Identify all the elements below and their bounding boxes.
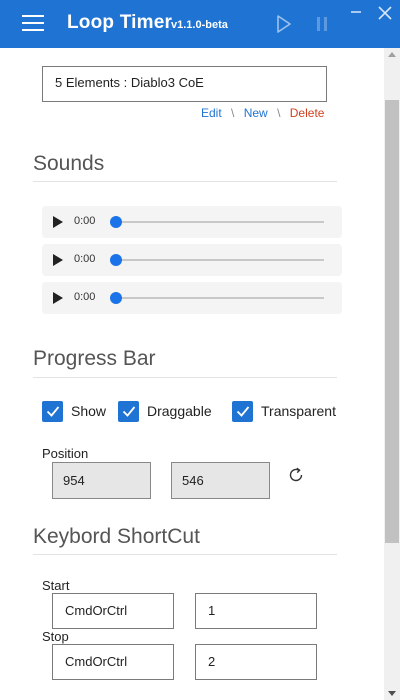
hamburger-menu-icon[interactable] [22,15,44,33]
sounds-heading: Sounds [33,152,105,175]
edit-profile-link[interactable]: Edit [201,106,222,120]
audio-play-icon[interactable] [53,292,63,304]
app-title: Loop Timer [67,12,173,33]
show-label: Show [71,403,107,419]
refresh-icon[interactable] [286,465,306,485]
progress-bar-heading: Progress Bar [33,347,156,370]
audio-time: 0:00 [74,215,96,227]
audio-seek-track[interactable] [116,259,324,261]
close-icon[interactable] [376,4,394,22]
stop-label: Stop [42,629,69,644]
stop-key-input[interactable]: 2 [195,644,317,680]
audio-player: 0:00 [42,244,342,276]
transparent-label: Transparent [261,403,336,419]
position-x-field: 954 [52,462,151,499]
transparent-checkbox[interactable] [232,400,253,422]
audio-seek-track[interactable] [116,297,324,299]
minimize-icon[interactable] [348,4,364,20]
scroll-down-arrow-icon[interactable] [388,691,396,696]
profile-actions: Edit \ New \ Delete [201,106,324,120]
transparent-option: Transparent [232,400,336,422]
start-label: Start [42,578,70,593]
vertical-scrollbar[interactable] [384,48,400,700]
start-key-input[interactable]: 1 [195,593,317,629]
checkmark-icon [46,406,59,417]
app-version: v1.1.0-beta [171,19,228,31]
delete-profile-link[interactable]: Delete [290,106,325,120]
start-modifier-input[interactable]: CmdOrCtrl [52,593,174,629]
show-option: Show [42,400,106,422]
link-separator: \ [277,106,281,120]
stop-modifier-input[interactable]: CmdOrCtrl [52,644,174,680]
scroll-up-arrow-icon[interactable] [388,52,396,57]
new-profile-link[interactable]: New [244,106,268,120]
show-checkbox[interactable] [42,400,63,422]
draggable-label: Draggable [147,403,212,419]
audio-play-icon[interactable] [53,216,63,228]
play-icon[interactable] [275,14,293,34]
position-y-field: 546 [171,462,270,499]
checkmark-icon [122,406,135,417]
title-bar: Loop Timer v1.1.0-beta [0,0,400,48]
link-separator: \ [231,106,235,120]
section-divider [33,377,337,378]
audio-player: 0:00 [42,282,342,314]
section-divider [33,554,337,555]
audio-seek-track[interactable] [116,221,324,223]
audio-seek-knob[interactable] [110,292,122,304]
pause-icon[interactable] [313,14,331,34]
audio-play-icon[interactable] [53,254,63,266]
checkmark-icon [236,406,249,417]
audio-time: 0:00 [74,253,96,265]
section-divider [33,181,337,182]
scrollbar-thumb[interactable] [385,100,399,543]
draggable-checkbox[interactable] [118,400,139,422]
audio-player: 0:00 [42,206,342,238]
draggable-option: Draggable [118,400,212,422]
audio-seek-knob[interactable] [110,216,122,228]
audio-time: 0:00 [74,291,96,303]
position-label: Position [42,446,89,461]
shortcut-heading: Keybord ShortCut [33,525,200,548]
profile-selector[interactable]: 5 Elements : Diablo3 CoE [42,66,327,102]
audio-seek-knob[interactable] [110,254,122,266]
